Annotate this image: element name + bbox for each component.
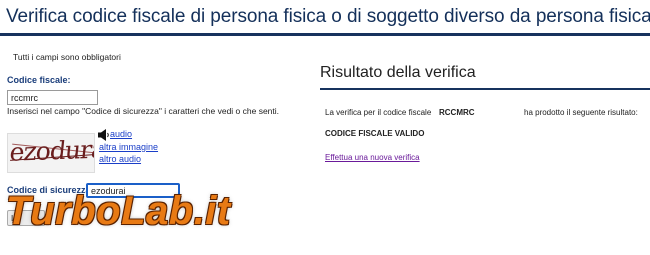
new-check-link[interactable]: Effettua una nuova verifica <box>325 153 420 162</box>
captcha-instructions: Inserisci nel campo "Codice di sicurezza… <box>7 106 280 116</box>
codice-fiscale-input[interactable] <box>7 90 98 105</box>
result-suffix: ha prodotto il seguente risultato: <box>524 108 638 117</box>
other-image-link[interactable]: altra immagine <box>99 142 158 152</box>
required-fields-note: Tutti i campi sono obbligatori <box>13 52 121 62</box>
result-panel: Risultato della verifica La verifica per… <box>310 38 650 255</box>
captcha-image: ezodurai <box>7 133 95 173</box>
result-title: Risultato della verifica <box>320 64 476 81</box>
title-divider <box>0 33 650 36</box>
codice-sicurezza-input[interactable] <box>86 183 180 198</box>
audio-link[interactable]: audio <box>110 129 132 139</box>
other-audio-link[interactable]: altro audio <box>99 154 141 164</box>
result-codice: RCCMRC <box>439 108 475 117</box>
codice-fiscale-label: Codice fiscale: <box>7 75 71 85</box>
result-prefix: La verifica per il codice fiscale <box>325 108 432 117</box>
captcha-text: ezodurai <box>8 134 95 167</box>
submit-button[interactable]: In <box>7 210 45 226</box>
result-status: CODICE FISCALE VALIDO <box>325 129 425 138</box>
verification-form: Tutti i campi sono obbligatori Codice fi… <box>0 38 300 255</box>
result-divider <box>320 88 650 90</box>
codice-sicurezza-label: Codice di sicurezza: <box>7 185 94 195</box>
page-title: Verifica codice fiscale di persona fisic… <box>6 6 650 27</box>
speaker-icon[interactable] <box>97 128 111 142</box>
